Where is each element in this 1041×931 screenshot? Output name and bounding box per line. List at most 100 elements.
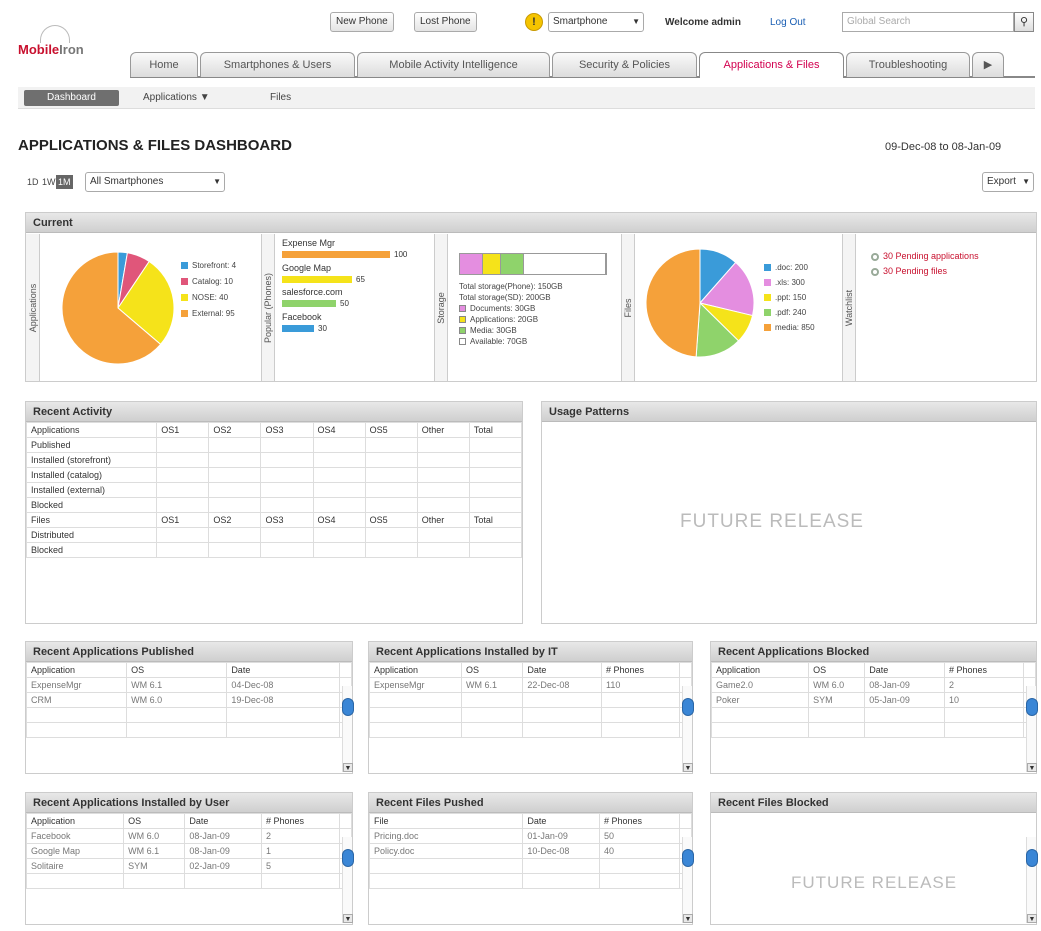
logo[interactable]: MobileIron xyxy=(18,42,84,57)
table-cell xyxy=(416,482,470,498)
scroll-down-icon[interactable]: ▼ xyxy=(683,763,693,772)
table-row[interactable]: ExpenseMgr WM 6.1 04-Dec-08 xyxy=(25,677,353,693)
scroll-down-icon[interactable]: ▼ xyxy=(343,914,353,923)
popular-bar xyxy=(282,325,314,332)
range-1w[interactable]: 1W xyxy=(40,175,58,189)
tab-security-policies[interactable]: Security & Policies xyxy=(552,52,697,77)
legend-label: .xls: 300 xyxy=(775,278,805,287)
subnav-files[interactable]: Files xyxy=(262,90,299,106)
storage-vlabel-text: Storage xyxy=(436,291,446,324)
scroll-gutter xyxy=(678,662,693,678)
table-cell: WM 6.0 xyxy=(123,828,186,844)
column-header: OS xyxy=(808,662,866,678)
scroll-thumb-icon[interactable] xyxy=(1026,698,1038,716)
logout-link[interactable]: Log Out xyxy=(770,17,806,28)
tab-smartphones-users[interactable]: Smartphones & Users xyxy=(200,52,355,77)
scroll-thumb-icon[interactable] xyxy=(682,698,694,716)
table-cell xyxy=(364,452,418,468)
column-header: OS1 xyxy=(156,422,210,438)
table-row[interactable]: Facebook WM 6.0 08-Jan-09 2 xyxy=(25,828,353,844)
table-cell xyxy=(416,437,470,453)
scroll-down-icon[interactable]: ▼ xyxy=(1027,914,1037,923)
row-label: Installed (catalog) xyxy=(25,467,158,483)
pending-files-link[interactable]: 30 Pending files xyxy=(871,266,947,276)
pending-applications-link[interactable]: 30 Pending applications xyxy=(871,251,979,261)
range-1m[interactable]: 1M xyxy=(56,175,73,189)
scrollbar[interactable]: ▼ xyxy=(1026,686,1038,772)
table-cell xyxy=(364,482,418,498)
table-row[interactable] xyxy=(369,692,693,708)
current-panel: Current Applications Storefront: 4 Catal… xyxy=(25,212,1037,382)
export-select[interactable]: Export ▼ xyxy=(982,172,1034,192)
scroll-thumb-icon[interactable] xyxy=(1026,849,1038,867)
search-icon[interactable]: ⚲ xyxy=(1014,12,1034,32)
watchlist-vlabel-text: Watchlist xyxy=(844,289,854,326)
table-row[interactable]: Solitaire SYM 02-Jan-09 5 xyxy=(25,858,353,874)
scrollbar[interactable]: ▼ xyxy=(1026,837,1038,923)
scroll-down-icon[interactable]: ▼ xyxy=(683,914,693,923)
table-row[interactable]: Policy.doc 10-Dec-08 40 xyxy=(368,843,693,859)
smartphone-filter-select[interactable]: All Smartphones ▼ xyxy=(85,172,225,192)
files-legend-item: .xls: 300 xyxy=(764,278,805,287)
legend-swatch xyxy=(764,324,771,332)
scroll-down-icon[interactable]: ▼ xyxy=(1027,763,1037,772)
table-row[interactable] xyxy=(368,858,693,874)
table-row[interactable]: Game2.0 WM 6.0 08-Jan-09 2 xyxy=(710,677,1037,693)
tab-mobile-activity[interactable]: Mobile Activity Intelligence xyxy=(357,52,550,77)
table-cell xyxy=(460,722,524,738)
table-row[interactable] xyxy=(710,707,1037,723)
table-cell xyxy=(208,437,262,453)
table-row[interactable] xyxy=(25,707,353,723)
scroll-thumb-icon[interactable] xyxy=(682,849,694,867)
table-cell xyxy=(808,722,866,738)
table-row[interactable]: Poker SYM 05-Jan-09 10 xyxy=(710,692,1037,708)
table-cell xyxy=(416,452,470,468)
legend-swatch xyxy=(764,309,771,317)
files-legend-item: .ppt: 150 xyxy=(764,293,806,302)
tab-home[interactable]: Home xyxy=(130,52,198,77)
legend-swatch xyxy=(764,279,771,287)
column-header: Total xyxy=(468,512,523,528)
tab-applications-files[interactable]: Applications & Files xyxy=(699,52,844,78)
table-cell xyxy=(156,437,210,453)
column-header: OS4 xyxy=(312,512,366,528)
tab-troubleshooting[interactable]: Troubleshooting xyxy=(846,52,970,77)
table-row[interactable] xyxy=(369,707,693,723)
table-cell xyxy=(260,452,314,468)
table-cell xyxy=(208,452,262,468)
device-select[interactable]: Smartphone ▼ xyxy=(548,12,644,32)
table-row[interactable] xyxy=(368,873,693,889)
table-cell: WM 6.0 xyxy=(808,677,866,693)
scrollbar[interactable]: ▼ xyxy=(682,837,694,923)
scroll-thumb-icon[interactable] xyxy=(342,849,354,867)
table-row[interactable] xyxy=(369,722,693,738)
column-header: OS xyxy=(123,813,186,829)
scroll-down-icon[interactable]: ▼ xyxy=(343,763,353,772)
table-row[interactable]: Google Map WM 6.1 08-Jan-09 1 xyxy=(25,843,353,859)
tab-more-arrow-icon[interactable]: ▶ xyxy=(972,52,1004,77)
table-row[interactable]: ExpenseMgr WM 6.1 22-Dec-08 110 xyxy=(369,677,693,693)
table-cell xyxy=(208,527,262,543)
new-phone-button[interactable]: New Phone xyxy=(330,12,394,32)
table-cell: 2 xyxy=(944,677,1024,693)
warning-icon[interactable]: ! xyxy=(525,13,543,31)
scroll-thumb-icon[interactable] xyxy=(342,698,354,716)
table-cell xyxy=(601,707,680,723)
subnav-dashboard[interactable]: Dashboard xyxy=(24,90,119,106)
subnav-applications[interactable]: Applications ▼ xyxy=(135,90,218,106)
global-search-input[interactable]: Global Search xyxy=(842,12,1014,32)
table-row[interactable] xyxy=(25,873,353,889)
scrollbar[interactable]: ▼ xyxy=(342,686,354,772)
scrollbar[interactable]: ▼ xyxy=(682,686,694,772)
table-row[interactable] xyxy=(710,722,1037,738)
scrollbar[interactable]: ▼ xyxy=(342,837,354,923)
lost-phone-button[interactable]: Lost Phone xyxy=(414,12,477,32)
column-header: Files xyxy=(25,512,158,528)
table-row[interactable]: CRM WM 6.0 19-Dec-08 xyxy=(25,692,353,708)
row-label: Installed (external) xyxy=(25,482,158,498)
range-1d[interactable]: 1D xyxy=(25,175,41,189)
table-row[interactable]: Pricing.doc 01-Jan-09 50 xyxy=(368,828,693,844)
table-cell xyxy=(460,692,524,708)
table-row[interactable] xyxy=(25,722,353,738)
usage-patterns-panel: Usage Patterns FUTURE RELEASE xyxy=(541,401,1037,624)
